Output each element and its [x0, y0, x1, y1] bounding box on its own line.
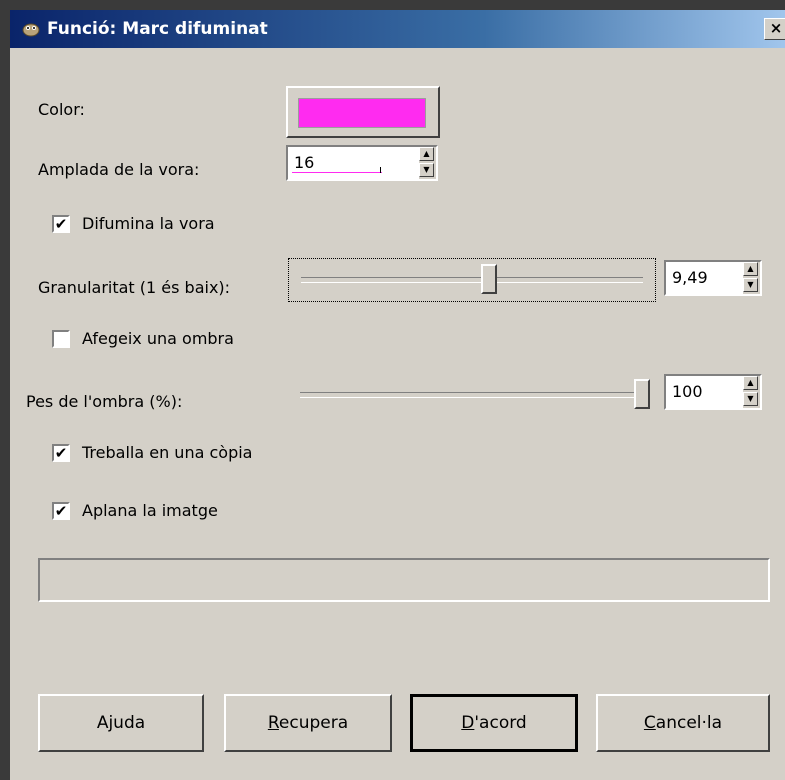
title-bar[interactable]: Funció: Marc difuminat × — [10, 10, 785, 48]
shadow-weight-slider-track — [300, 392, 642, 398]
border-width-spin-buttons: ▲ ▼ — [419, 147, 436, 179]
progress-bar — [38, 558, 770, 602]
granularity-spin-buttons: ▲ ▼ — [743, 262, 760, 294]
add-shadow-label: Afegeix una ombra — [82, 329, 234, 348]
ok-button[interactable]: D'acord — [410, 694, 578, 752]
spin-up-icon[interactable]: ▲ — [743, 262, 758, 276]
border-width-value: 16 — [294, 153, 315, 172]
shadow-weight-spin-buttons: ▲ ▼ — [743, 376, 760, 408]
ok-button-label: 'acord — [474, 713, 527, 733]
shadow-weight-label: Pes de l'ombra (%): — [26, 392, 183, 411]
reset-button-label: ecupera — [278, 713, 349, 733]
cancel-button-label: ancel·la — [655, 713, 723, 733]
spin-up-icon[interactable]: ▲ — [419, 147, 434, 161]
granularity-value: 9,49 — [672, 268, 708, 287]
reset-mnemonic: R — [267, 713, 279, 733]
granularity-spinbox[interactable]: 9,49 ▲ ▼ — [664, 260, 762, 296]
work-on-copy-checkbox[interactable]: ✔ — [52, 444, 70, 462]
spin-up-icon[interactable]: ▲ — [743, 376, 758, 390]
cancel-button[interactable]: Cancel·la — [596, 694, 770, 752]
gimp-wilber-icon — [22, 23, 40, 37]
help-button[interactable]: Ajuda — [38, 694, 204, 752]
blur-border-checkbox[interactable]: ✔ — [52, 215, 70, 233]
flatten-image-label: Aplana la imatge — [82, 501, 218, 520]
help-button-label: Ajuda — [96, 713, 146, 733]
color-swatch — [298, 98, 426, 128]
granularity-slider[interactable] — [288, 258, 656, 302]
spin-down-icon[interactable]: ▼ — [419, 163, 434, 177]
color-label: Color: — [38, 100, 85, 119]
shadow-weight-slider[interactable] — [288, 374, 654, 416]
flatten-image-checkbox[interactable]: ✔ — [52, 502, 70, 520]
reset-button[interactable]: Recupera — [224, 694, 392, 752]
border-width-progress — [292, 172, 382, 173]
granularity-slider-track — [301, 277, 643, 283]
work-on-copy-label: Treballa en una còpia — [82, 443, 253, 462]
spin-down-icon[interactable]: ▼ — [743, 392, 758, 406]
add-shadow-checkbox[interactable] — [52, 330, 70, 348]
spin-down-icon[interactable]: ▼ — [743, 278, 758, 292]
window-title: Funció: Marc difuminat — [47, 19, 268, 39]
granularity-label: Granularitat (1 és baix): — [38, 278, 231, 297]
check-icon: ✔ — [54, 444, 68, 462]
script-fu-dialog: Funció: Marc difuminat × Color: Amplada … — [10, 10, 785, 780]
color-picker-button[interactable] — [286, 86, 440, 138]
border-width-label: Amplada de la vora: — [38, 160, 200, 179]
ok-mnemonic: D — [461, 713, 475, 733]
shadow-weight-slider-thumb[interactable] — [634, 379, 650, 409]
cancel-mnemonic: C — [643, 713, 656, 733]
check-icon: ✔ — [54, 502, 68, 520]
shadow-weight-value: 100 — [672, 382, 703, 401]
close-button[interactable]: × — [764, 18, 785, 40]
check-icon: ✔ — [54, 215, 68, 233]
border-width-spinbox[interactable]: 16 ▲ ▼ — [286, 145, 438, 181]
border-width-tick — [380, 167, 381, 173]
blur-border-label: Difumina la vora — [82, 214, 215, 233]
shadow-weight-spinbox[interactable]: 100 ▲ ▼ — [664, 374, 762, 410]
granularity-slider-thumb[interactable] — [481, 264, 498, 294]
